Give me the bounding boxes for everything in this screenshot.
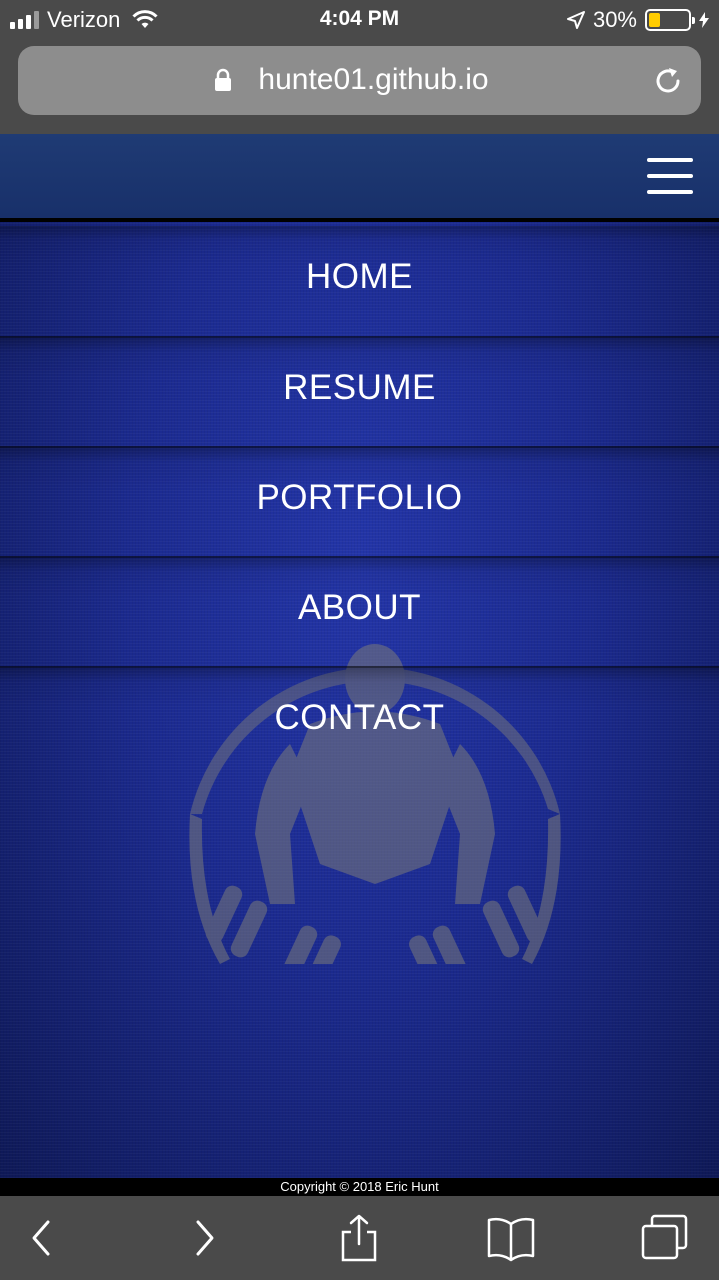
url-text: hunte01.github.io — [258, 63, 489, 96]
site-footer: Copyright © 2018 Eric Hunt — [0, 1178, 719, 1196]
status-bar: Verizon 4:04 PM 30% — [0, 0, 719, 40]
site-nav-menu: HOME RESUME PORTFOLIO ABOUT CONTACT — [0, 226, 719, 776]
share-icon[interactable] — [334, 1214, 384, 1262]
website: HOME RESUME PORTFOLIO ABOUT CONTACT Copy… — [0, 134, 719, 1196]
nav-item-home[interactable]: HOME — [0, 226, 719, 336]
tabs-icon[interactable] — [640, 1214, 690, 1262]
browser-toolbar — [0, 1196, 719, 1280]
nav-item-resume[interactable]: RESUME — [0, 336, 719, 446]
hamburger-menu-icon[interactable] — [647, 158, 693, 198]
charging-bolt-icon — [699, 12, 709, 28]
address-bar[interactable]: hunte01.github.io — [18, 46, 701, 115]
site-header — [0, 134, 719, 222]
nav-item-about[interactable]: ABOUT — [0, 556, 719, 666]
reload-icon[interactable] — [651, 64, 685, 98]
battery-percent: 30% — [592, 7, 637, 32]
nav-item-contact[interactable]: CONTACT — [0, 666, 719, 776]
location-icon — [566, 11, 585, 29]
bookmarks-icon[interactable] — [486, 1214, 536, 1262]
browser-address-area: hunte01.github.io — [0, 40, 719, 134]
back-icon[interactable] — [18, 1214, 68, 1262]
forward-icon[interactable] — [178, 1214, 228, 1262]
nav-item-portfolio[interactable]: PORTFOLIO — [0, 446, 719, 556]
battery-icon — [645, 9, 695, 31]
